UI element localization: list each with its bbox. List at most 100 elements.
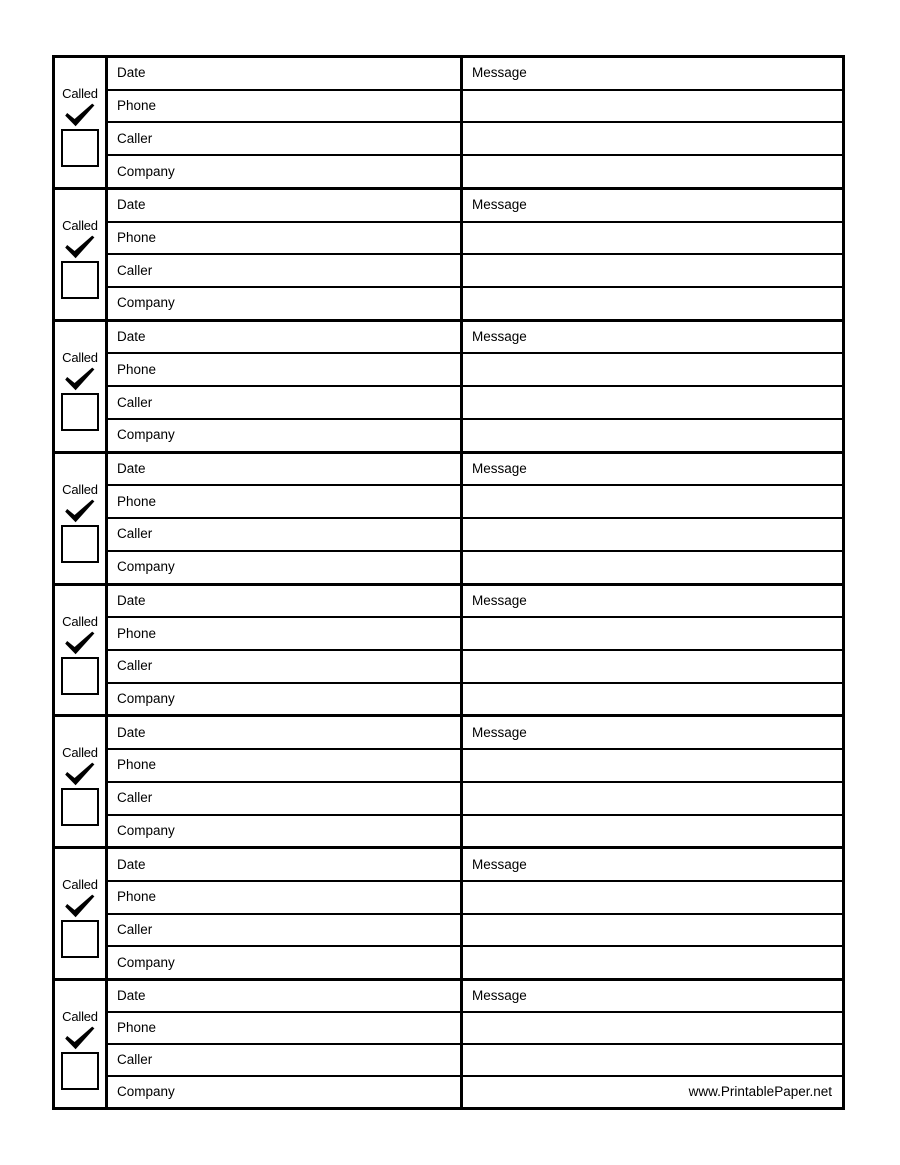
message-write-area[interactable]	[463, 420, 842, 451]
called-checkbox[interactable]	[61, 788, 99, 827]
field-label-date[interactable]: Date	[108, 189, 463, 221]
field-label-company[interactable]: Company	[108, 1077, 463, 1107]
message-write-area[interactable]	[463, 552, 842, 583]
message-block: Called Date Message Phone Caller Company	[52, 846, 845, 979]
message-pad-sheet: Called Date Message Phone Caller Company Calle…	[52, 55, 845, 1110]
field-label-caller[interactable]: Caller	[108, 123, 463, 155]
table-row: Date Message	[108, 321, 842, 355]
message-write-area[interactable]	[463, 223, 842, 254]
message-block: Called Date Message Phone Caller Company	[52, 55, 845, 187]
message-write-area[interactable]	[463, 947, 842, 978]
field-rows: Date Message Phone Caller Company	[108, 849, 842, 979]
table-row: Company	[108, 815, 842, 847]
message-write-area[interactable]	[463, 288, 842, 319]
table-row: Date Message	[108, 849, 842, 882]
message-header: Message	[472, 724, 527, 740]
field-label-phone[interactable]: Phone	[108, 222, 463, 254]
table-row: Phone	[108, 486, 842, 520]
field-label-caller[interactable]: Caller	[108, 519, 463, 550]
field-label-phone[interactable]: Phone	[108, 750, 463, 781]
called-checkbox[interactable]	[61, 656, 99, 695]
field-label-phone[interactable]: Phone	[108, 486, 463, 518]
field-rows: Date Message Phone Caller Company	[108, 189, 842, 319]
message-write-area[interactable]	[463, 519, 842, 550]
field-label-date[interactable]: Date	[108, 321, 463, 353]
message-header: Message	[472, 460, 527, 476]
called-checkbox[interactable]	[61, 920, 99, 959]
field-label-company[interactable]: Company	[108, 683, 463, 715]
table-row: Date Message	[108, 189, 842, 223]
table-row: Date Message	[108, 453, 842, 487]
called-checkbox[interactable]	[61, 260, 99, 299]
message-write-area[interactable]	[463, 1013, 842, 1043]
field-label-phone[interactable]: Phone	[108, 618, 463, 649]
message-write-area[interactable]	[463, 91, 842, 122]
checkmark-icon	[63, 233, 97, 260]
message-write-area[interactable]	[463, 684, 842, 715]
called-checkbox[interactable]	[61, 1052, 99, 1091]
field-rows: Date Message Phone Caller Company	[108, 585, 842, 715]
field-label-company[interactable]: Company	[108, 156, 463, 187]
field-label-caller[interactable]: Caller	[108, 914, 463, 946]
field-label-phone[interactable]: Phone	[108, 90, 463, 122]
message-write-area[interactable]	[463, 651, 842, 682]
message-write-area[interactable]	[463, 123, 842, 154]
message-header: Message	[472, 329, 527, 345]
field-label-date[interactable]: Date	[108, 58, 463, 89]
field-label-company[interactable]: Company	[108, 419, 463, 451]
field-label-caller[interactable]: Caller	[108, 650, 463, 682]
field-label-date[interactable]: Date	[108, 849, 463, 880]
table-row: Date Message	[108, 585, 842, 619]
field-label-caller[interactable]: Caller	[108, 255, 463, 287]
message-write-area[interactable]	[463, 882, 842, 913]
message-write-area[interactable]	[463, 387, 842, 418]
called-checkbox[interactable]	[61, 129, 99, 167]
table-row: Caller	[108, 123, 842, 157]
table-row: Company	[108, 419, 842, 451]
message-write-area[interactable]	[463, 816, 842, 847]
checkmark-icon	[63, 892, 97, 919]
field-rows: Date Message Phone Caller Company	[108, 453, 842, 583]
field-label-date[interactable]: Date	[108, 717, 463, 749]
message-write-area[interactable]	[463, 1045, 842, 1075]
field-label-date[interactable]: Date	[108, 585, 463, 617]
field-rows: Date Message Phone Caller Company www.Printab…	[108, 981, 842, 1107]
called-checkbox[interactable]	[61, 524, 99, 563]
table-row: Company	[108, 683, 842, 715]
message-write-area[interactable]	[463, 486, 842, 517]
message-write-area[interactable]	[463, 915, 842, 946]
table-row: Caller	[108, 914, 842, 948]
field-label-company[interactable]: Company	[108, 551, 463, 583]
field-label-caller[interactable]: Caller	[108, 782, 463, 814]
field-label-company[interactable]: Company	[108, 288, 463, 319]
called-checkbox[interactable]	[61, 392, 99, 431]
checkmark-icon	[63, 760, 97, 787]
field-label-date[interactable]: Date	[108, 981, 463, 1012]
message-write-area[interactable]	[463, 618, 842, 649]
message-write-area[interactable]	[463, 354, 842, 385]
field-label-caller[interactable]: Caller	[108, 1045, 463, 1076]
field-label-phone[interactable]: Phone	[108, 1013, 463, 1044]
field-label-phone[interactable]: Phone	[108, 354, 463, 386]
message-write-area[interactable]	[463, 156, 842, 187]
checkmark-icon	[63, 1024, 97, 1051]
field-label-company[interactable]: Company	[108, 815, 463, 847]
table-row: Phone	[108, 750, 842, 783]
field-label-caller[interactable]: Caller	[108, 387, 463, 418]
message-header: Message	[472, 856, 527, 872]
called-column: Called	[55, 453, 108, 583]
message-write-area[interactable]	[463, 783, 842, 814]
field-label-phone[interactable]: Phone	[108, 881, 463, 913]
message-write-area[interactable]	[463, 255, 842, 286]
message-block: Called Date Message Phone Caller Company	[52, 318, 845, 451]
field-label-company[interactable]: Company	[108, 947, 463, 979]
message-write-area[interactable]	[463, 750, 842, 781]
field-label-date[interactable]: Date	[108, 453, 463, 485]
